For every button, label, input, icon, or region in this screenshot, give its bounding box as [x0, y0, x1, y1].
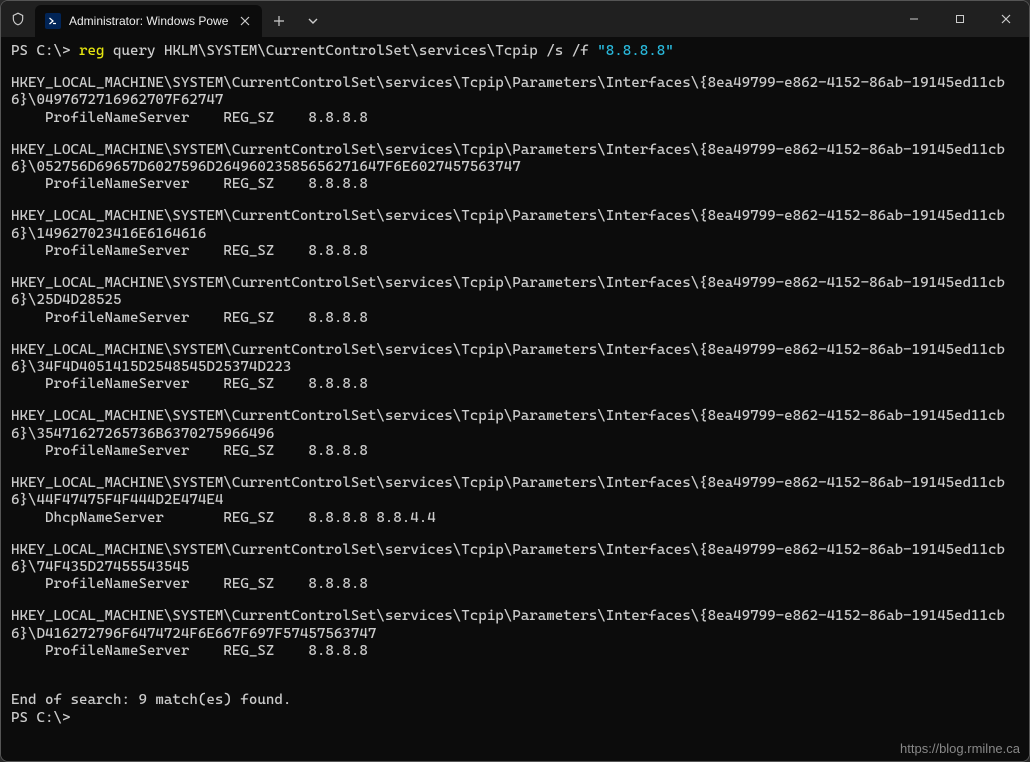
watermark-text: https://blog.rmilne.ca — [900, 741, 1020, 756]
registry-value-row: ProfileNameServerREG_SZ8.8.8.8 — [11, 243, 1019, 260]
terminal-output[interactable]: PS C:\> reg query HKLM\SYSTEM\CurrentCon… — [1, 37, 1029, 761]
registry-value-row: ProfileNameServerREG_SZ8.8.8.8 — [11, 176, 1019, 193]
registry-key-path: HKEY_LOCAL_MACHINE\SYSTEM\CurrentControl… — [11, 542, 1019, 577]
registry-value-row: ProfileNameServerREG_SZ8.8.8.8 — [11, 376, 1019, 393]
registry-key-path: HKEY_LOCAL_MACHINE\SYSTEM\CurrentControl… — [11, 408, 1019, 443]
minimize-button[interactable] — [891, 1, 937, 37]
tab-close-button[interactable] — [236, 12, 254, 30]
terminal-window: Administrator: Windows Powe — [0, 0, 1030, 762]
registry-key-path: HKEY_LOCAL_MACHINE\SYSTEM\CurrentControl… — [11, 142, 1019, 177]
powershell-icon — [45, 13, 61, 29]
close-button[interactable] — [983, 1, 1029, 37]
titlebar: Administrator: Windows Powe — [1, 1, 1029, 37]
tab-dropdown-button[interactable] — [296, 5, 330, 37]
command-args: query HKLM\SYSTEM\CurrentControlSet\serv… — [104, 43, 597, 59]
command-quoted-arg: "8.8.8.8" — [597, 43, 673, 59]
registry-key-path: HKEY_LOCAL_MACHINE\SYSTEM\CurrentControl… — [11, 275, 1019, 310]
new-tab-button[interactable] — [262, 5, 296, 37]
registry-value-row: ProfileNameServerREG_SZ8.8.8.8 — [11, 310, 1019, 327]
registry-key-path: HKEY_LOCAL_MACHINE\SYSTEM\CurrentControl… — [11, 208, 1019, 243]
registry-key-path: HKEY_LOCAL_MACHINE\SYSTEM\CurrentControl… — [11, 475, 1019, 510]
tab-title: Administrator: Windows Powe — [69, 14, 228, 28]
registry-key-path: HKEY_LOCAL_MACHINE\SYSTEM\CurrentControl… — [11, 342, 1019, 377]
registry-value-row: ProfileNameServerREG_SZ8.8.8.8 — [11, 576, 1019, 593]
registry-value-row: ProfileNameServerREG_SZ8.8.8.8 — [11, 443, 1019, 460]
prompt-prefix: PS C:\> — [11, 43, 70, 59]
titlebar-left: Administrator: Windows Powe — [1, 1, 330, 37]
tab-active[interactable]: Administrator: Windows Powe — [35, 5, 262, 37]
command-exe: reg — [79, 43, 105, 59]
registry-key-path: HKEY_LOCAL_MACHINE\SYSTEM\CurrentControl… — [11, 608, 1019, 643]
registry-value-row: ProfileNameServerREG_SZ8.8.8.8 — [11, 110, 1019, 127]
registry-key-path: HKEY_LOCAL_MACHINE\SYSTEM\CurrentControl… — [11, 75, 1019, 110]
window-controls — [891, 1, 1029, 37]
maximize-button[interactable] — [937, 1, 983, 37]
search-summary: End of search: 9 match(es) found. — [11, 692, 1019, 709]
next-prompt: PS C:\> — [11, 710, 70, 726]
registry-value-row: DhcpNameServerREG_SZ8.8.8.8 8.8.4.4 — [11, 510, 1019, 527]
registry-value-row: ProfileNameServerREG_SZ8.8.8.8 — [11, 643, 1019, 660]
shield-icon — [1, 12, 35, 26]
